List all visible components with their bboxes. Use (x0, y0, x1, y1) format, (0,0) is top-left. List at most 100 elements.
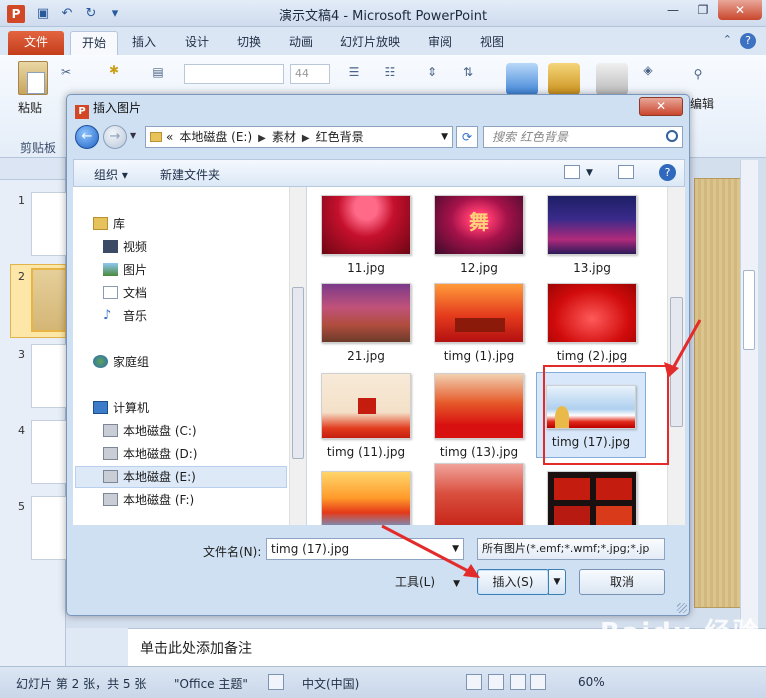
slide-sorter-icon[interactable] (488, 674, 504, 690)
dialog-help-icon[interactable]: ? (659, 164, 676, 181)
shapes-icon[interactable] (506, 63, 538, 95)
numbering-icon[interactable]: ☷ (382, 65, 398, 79)
tools-dropdown-icon[interactable]: ▼ (453, 579, 460, 589)
slides-panel-tabs[interactable] (0, 158, 65, 180)
tab-slideshow[interactable]: 幻灯片放映 (340, 31, 400, 55)
layout-icon[interactable]: ▤ (150, 65, 166, 79)
paste-button[interactable]: 粘贴 (18, 99, 42, 116)
tab-insert[interactable]: 插入 (132, 31, 156, 55)
address-bar[interactable]: « 本地磁盘 (E:) ▶ 素材 ▶ 红色背景 ▼ (145, 126, 453, 148)
tab-design[interactable]: 设计 (185, 31, 209, 55)
slide-thumbnail[interactable] (31, 192, 67, 256)
new-slide-icon[interactable]: ✱ (106, 63, 122, 77)
slide-thumbnail[interactable] (31, 420, 67, 484)
recent-locations-icon[interactable]: ▼ (130, 131, 136, 140)
nav-drive-d[interactable]: 本地磁盘 (D:) (103, 445, 197, 463)
nav-drive-f[interactable]: 本地磁盘 (F:) (103, 491, 194, 509)
paste-icon[interactable] (18, 61, 48, 95)
editing-group-label[interactable]: 编辑 (690, 95, 714, 112)
font-name-field[interactable] (184, 64, 284, 84)
slide-thumbnail[interactable] (31, 496, 67, 560)
file-item[interactable] (537, 471, 647, 525)
nav-drive-e[interactable]: 本地磁盘 (E:) (103, 468, 196, 486)
view-dropdown-icon[interactable]: ▼ (586, 168, 593, 178)
reading-view-icon[interactable] (510, 674, 526, 690)
shape-fill-icon[interactable]: ◈ (640, 63, 656, 77)
file-item[interactable]: 13.jpg (537, 195, 647, 275)
nav-libraries[interactable]: 库 (93, 215, 125, 233)
help-icon[interactable]: ? (740, 33, 756, 49)
search-input[interactable]: 搜索 红色背景 (483, 126, 683, 148)
font-size-field[interactable]: 44 (290, 64, 330, 84)
spell-check-icon[interactable] (268, 674, 284, 690)
nav-documents[interactable]: 文档 (103, 284, 147, 302)
file-list-scrollbar[interactable] (667, 187, 685, 525)
scrollbar-thumb[interactable] (743, 270, 755, 350)
file-item[interactable]: 12.jpg (424, 195, 534, 275)
file-item[interactable]: timg (1).jpg (424, 283, 534, 363)
line-spacing-icon[interactable]: ⇕ (424, 65, 440, 79)
nav-scrollbar[interactable] (289, 187, 306, 525)
dialog-close-button[interactable]: ✕ (639, 97, 683, 116)
close-button[interactable]: ✕ (718, 0, 762, 20)
nav-homegroup[interactable]: 家庭组 (93, 353, 149, 371)
quick-styles-icon[interactable] (596, 63, 628, 95)
slideshow-icon[interactable] (530, 674, 546, 690)
zoom-level[interactable]: 60% (578, 675, 605, 689)
breadcrumb-item[interactable]: 红色背景 (316, 130, 364, 144)
breadcrumb-overflow[interactable]: « (166, 130, 173, 144)
new-folder-button[interactable]: 新建文件夹 (160, 166, 220, 183)
tools-button[interactable]: 工具(L) ▼ (395, 573, 460, 590)
breadcrumb-separator-icon[interactable]: ▶ (258, 133, 266, 144)
file-item[interactable] (311, 471, 421, 525)
minimize-button[interactable]: — (658, 0, 688, 20)
preview-pane-icon[interactable] (618, 165, 634, 179)
filename-dropdown-icon[interactable]: ▼ (452, 539, 459, 559)
slide-scrollbar[interactable] (740, 160, 758, 630)
nav-computer[interactable]: 计算机 (93, 399, 149, 417)
address-dropdown-icon[interactable]: ▼ (441, 127, 448, 147)
tab-view[interactable]: 视图 (480, 31, 504, 55)
nav-pictures[interactable]: 图片 (103, 261, 147, 279)
breadcrumb-separator-icon[interactable]: ▶ (302, 133, 310, 144)
view-options-icon[interactable] (564, 165, 580, 179)
tab-animations[interactable]: 动画 (289, 31, 313, 55)
file-item[interactable] (424, 463, 534, 525)
tab-home[interactable]: 开始 (70, 31, 118, 55)
cancel-button[interactable]: 取消 (579, 569, 665, 595)
find-icon[interactable]: ⚲ (690, 67, 706, 81)
tab-transitions[interactable]: 切换 (237, 31, 261, 55)
file-item[interactable]: timg (11).jpg (311, 373, 421, 459)
maximize-button[interactable]: ❐ (688, 0, 718, 20)
breadcrumb-item[interactable]: 本地磁盘 (E:) (179, 130, 252, 144)
nav-drive-c[interactable]: 本地磁盘 (C:) (103, 422, 197, 440)
nav-videos[interactable]: 视频 (103, 238, 147, 256)
insert-button[interactable]: 插入(S) (477, 569, 549, 595)
ribbon-minimize-icon[interactable]: ⌃ (723, 33, 732, 46)
cut-icon[interactable]: ✂ (58, 65, 74, 79)
file-item[interactable]: timg (2).jpg (537, 283, 647, 363)
filename-field[interactable]: timg (17).jpg ▼ (266, 538, 464, 560)
file-item[interactable]: timg (13).jpg (424, 373, 534, 459)
arrange-icon[interactable] (548, 63, 580, 95)
forward-button[interactable]: → (103, 125, 127, 149)
slide-thumbnail[interactable] (31, 344, 67, 408)
scrollbar-thumb[interactable] (292, 287, 304, 459)
file-type-filter[interactable]: 所有图片(*.emf;*.wmf;*.jpg;*.jp (477, 538, 665, 560)
refresh-button[interactable]: ⟳ (456, 126, 478, 148)
file-item[interactable]: 21.jpg (311, 283, 421, 363)
organize-button[interactable]: 组织 ▾ (94, 166, 128, 183)
slide-thumbnail-selected[interactable] (31, 268, 67, 332)
file-item[interactable]: 11.jpg (311, 195, 421, 275)
breadcrumb-item[interactable]: 素材 (272, 130, 296, 144)
bullets-icon[interactable]: ☰ (346, 65, 362, 79)
insert-dropdown-icon[interactable]: ▼ (548, 569, 566, 595)
text-direction-icon[interactable]: ⇅ (460, 65, 476, 79)
back-button[interactable]: ← (75, 125, 99, 149)
tab-file[interactable]: 文件 (8, 31, 64, 55)
tab-review[interactable]: 审阅 (428, 31, 452, 55)
normal-view-icon[interactable] (466, 674, 482, 690)
search-icon[interactable] (666, 130, 678, 142)
scrollbar-thumb[interactable] (670, 297, 683, 427)
nav-music[interactable]: ♪ 音乐 (103, 307, 147, 325)
